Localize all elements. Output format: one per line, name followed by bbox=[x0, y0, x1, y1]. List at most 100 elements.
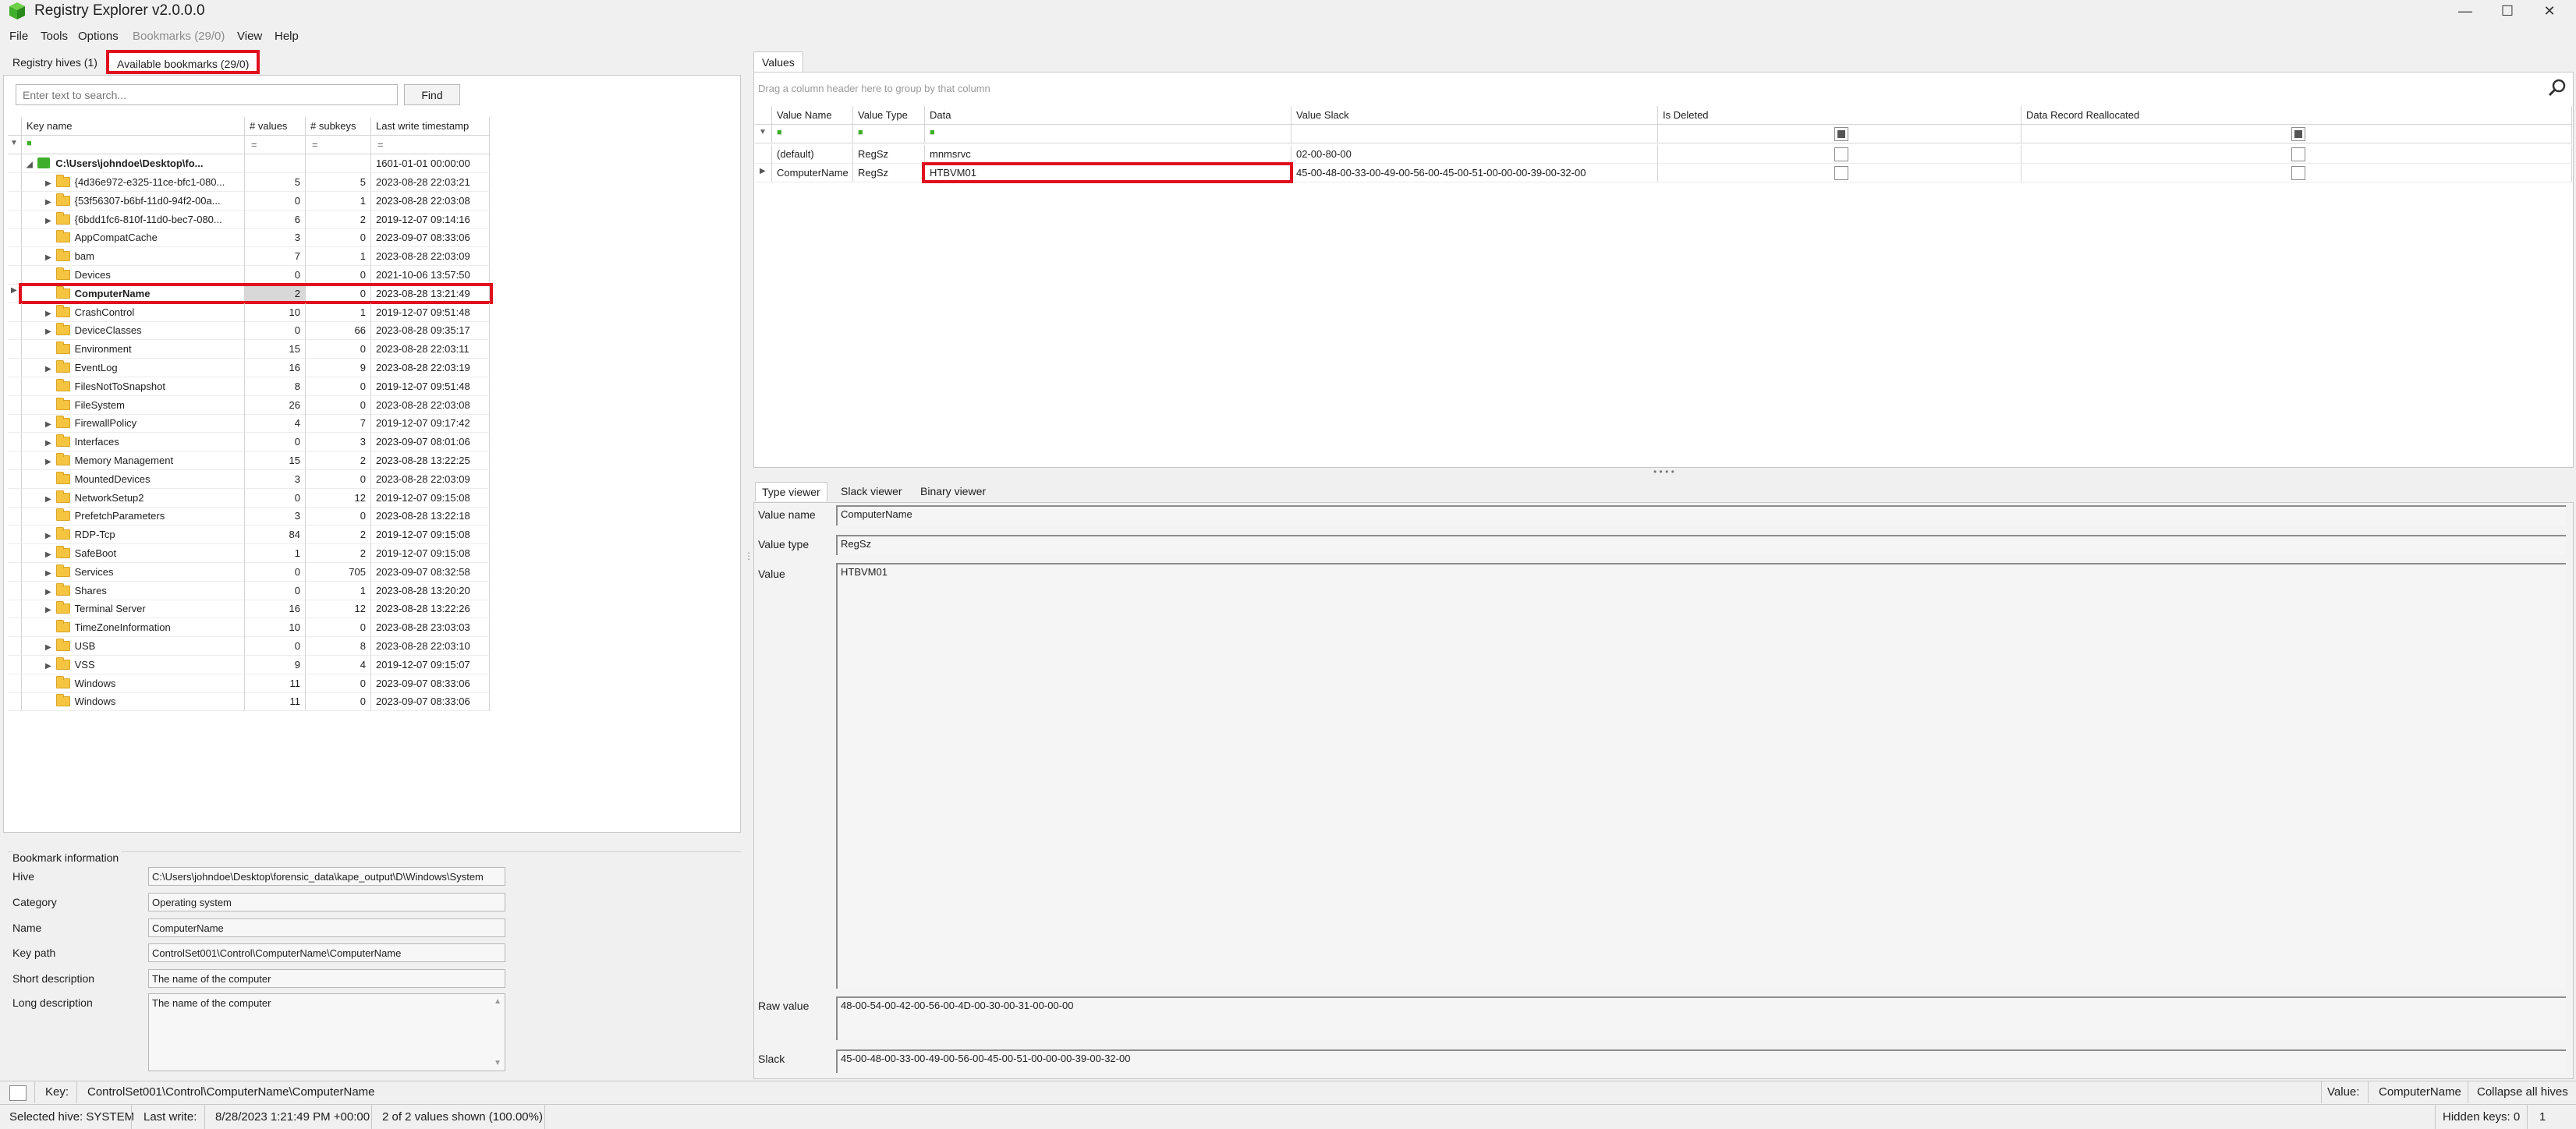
value-type-field[interactable]: RegSz bbox=[836, 535, 2566, 555]
vertical-splitter[interactable]: ⋮ bbox=[744, 551, 753, 577]
expand-icon[interactable]: ▶ bbox=[45, 179, 53, 188]
filter-key-name[interactable]: ■ bbox=[22, 136, 245, 154]
column-header-value-slack[interactable]: Value Slack bbox=[1292, 106, 1658, 125]
key-row[interactable]: AppCompatCache 3 0 2023-09-07 08:33:06 bbox=[8, 228, 490, 248]
expand-icon[interactable]: ▶ bbox=[45, 662, 53, 671]
status-checkbox[interactable] bbox=[9, 1085, 27, 1101]
value-field[interactable]: HTBVM01 bbox=[836, 563, 2566, 989]
expand-icon[interactable]: ▶ bbox=[45, 253, 53, 262]
key-row[interactable]: ▶ FirewallPolicy 4 7 2019-12-07 09:17:42 bbox=[8, 414, 490, 434]
key-row[interactable]: ▶ SafeBoot 1 2 2019-12-07 09:15:08 bbox=[8, 544, 490, 563]
find-button[interactable]: Find bbox=[404, 84, 460, 105]
column-header-data[interactable]: Data bbox=[925, 106, 1292, 125]
key-row[interactable]: Windows 11 0 2023-09-07 08:33:06 bbox=[8, 692, 490, 712]
key-row[interactable]: FileSystem 26 0 2023-08-28 22:03:08 bbox=[8, 395, 490, 415]
horizontal-splitter[interactable]: • • • • bbox=[1653, 466, 1674, 477]
key-row[interactable]: ▶ {53f56307-b6bf-11d0-94f2-00a... 0 1 2023-… bbox=[8, 191, 490, 211]
key-row[interactable]: ▶ bam 7 1 2023-08-28 22:03:09 bbox=[8, 247, 490, 267]
menu-tools[interactable]: Tools bbox=[41, 30, 68, 43]
key-row[interactable]: ▶ DeviceClasses 0 66 2023-08-28 09:35:17 bbox=[8, 321, 490, 341]
search-input[interactable] bbox=[16, 84, 398, 105]
expand-icon[interactable]: ▶ bbox=[45, 606, 53, 614]
column-header-value-type[interactable]: Value Type bbox=[853, 106, 925, 125]
tab-values[interactable]: Values bbox=[753, 51, 803, 72]
key-row[interactable]: PrefetchParameters 3 0 2023-08-28 13:22:18 bbox=[8, 507, 490, 526]
filter-checkbox[interactable] bbox=[2291, 127, 2305, 141]
expand-icon[interactable]: ▶ bbox=[45, 550, 53, 559]
filter-reallocated[interactable] bbox=[2021, 125, 2572, 143]
close-button[interactable]: ✕ bbox=[2522, 0, 2576, 22]
key-row[interactable]: ▶ Services 0 705 2023-09-07 08:32:58 bbox=[8, 562, 490, 582]
key-row[interactable]: ▶ USB 0 8 2023-08-28 22:03:10 bbox=[8, 637, 490, 656]
expand-icon[interactable]: ▶ bbox=[45, 198, 53, 207]
column-header-last-write[interactable]: Last write timestamp bbox=[371, 117, 490, 136]
column-header-data-record-reallocated[interactable]: Data Record Reallocated bbox=[2021, 106, 2572, 125]
key-row[interactable]: ▶ Shares 0 1 2023-08-28 13:20:20 bbox=[8, 581, 490, 600]
tree-root-row[interactable]: ◢ C:\Users\johndoe\Desktop\fo... 1601-01… bbox=[8, 154, 490, 173]
key-row[interactable]: ▶ {4d36e972-e325-11ce-bfc1-080... 5 5 2023-… bbox=[8, 173, 490, 192]
key-row[interactable]: FilesNotToSnapshot 8 0 2019-12-07 09:51:48 bbox=[8, 377, 490, 396]
slack-field[interactable]: 45-00-48-00-33-00-49-00-56-00-45-00-51-0… bbox=[836, 1049, 2566, 1073]
menu-help[interactable]: Help bbox=[275, 30, 299, 43]
key-row[interactable]: Windows 11 0 2023-09-07 08:33:06 bbox=[8, 674, 490, 693]
collapse-icon[interactable]: ◢ bbox=[27, 161, 34, 169]
long-description-field[interactable]: The name of the computer ▲ ▼ bbox=[148, 993, 505, 1071]
reallocated-checkbox[interactable] bbox=[2291, 166, 2305, 180]
group-by-hint[interactable]: Drag a column header here to group by th… bbox=[758, 83, 990, 94]
menu-options[interactable]: Options bbox=[78, 30, 119, 43]
expand-icon[interactable]: ▶ bbox=[45, 588, 53, 596]
expand-icon[interactable]: ▶ bbox=[45, 569, 53, 578]
menu-file[interactable]: File bbox=[9, 30, 28, 43]
key-row[interactable]: ▶ CrashControl 10 1 2019-12-07 09:51:48 bbox=[8, 303, 490, 322]
column-header-is-deleted[interactable]: Is Deleted bbox=[1658, 106, 2021, 125]
key-row[interactable]: ▶ NetworkSetup2 0 12 2019-12-07 09:15:08 bbox=[8, 488, 490, 508]
search-icon[interactable] bbox=[2547, 78, 2567, 98]
column-header-key-name[interactable]: Key name bbox=[22, 117, 245, 136]
expand-icon[interactable]: ▶ bbox=[45, 439, 53, 448]
filter-timestamp[interactable]: = bbox=[371, 136, 490, 154]
key-row[interactable]: ▶ Terminal Server 16 12 2023-08-28 13:22:26 bbox=[8, 600, 490, 619]
key-row[interactable]: ▶ VSS 9 4 2019-12-07 09:15:07 bbox=[8, 655, 490, 674]
raw-value-field[interactable]: 48-00-54-00-42-00-56-00-4D-00-30-00-31-0… bbox=[836, 996, 2566, 1040]
key-row[interactable]: ▶ Memory Management 15 2 2023-08-28 13:22:2… bbox=[8, 451, 490, 470]
expand-icon[interactable]: ▶ bbox=[45, 310, 53, 318]
key-row[interactable]: MountedDevices 3 0 2023-08-28 22:03:09 bbox=[8, 469, 490, 489]
column-header-subkeys[interactable]: # subkeys bbox=[306, 117, 371, 136]
bookmark-field-value[interactable]: ControlSet001\Control\ComputerName\Compu… bbox=[148, 943, 505, 962]
tab-binary-viewer[interactable]: Binary viewer bbox=[914, 482, 992, 501]
tab-type-viewer[interactable]: Type viewer bbox=[755, 482, 827, 501]
key-row[interactable]: ▶ ComputerName 2 0 2023-08-28 13:21:49 bbox=[8, 282, 493, 304]
bookmark-field-value[interactable]: The name of the computer bbox=[148, 969, 505, 988]
filter-data[interactable]: ■ bbox=[925, 125, 1292, 143]
scroll-up-icon[interactable]: ▲ bbox=[494, 997, 501, 1006]
expand-icon[interactable]: ▶ bbox=[45, 643, 53, 652]
expand-icon[interactable]: ▶ bbox=[45, 217, 53, 225]
key-row[interactable]: Devices 0 0 2021-10-06 13:57:50 bbox=[8, 266, 490, 285]
menu-view[interactable]: View bbox=[237, 30, 262, 43]
key-row[interactable]: ▶ EventLog 16 9 2023-08-28 22:03:19 bbox=[8, 359, 490, 377]
filter-value-name[interactable]: ■ bbox=[772, 125, 853, 143]
key-row[interactable]: ▶ {6bdd1fc6-810f-11d0-bec7-080... 6 2 2019-… bbox=[8, 210, 490, 229]
tab-available-bookmarks[interactable]: Available bookmarks (29/0) bbox=[106, 50, 260, 74]
key-row[interactable]: ▶ Interfaces 0 3 2023-09-07 08:01:06 bbox=[8, 433, 490, 452]
expand-icon[interactable]: ▶ bbox=[45, 495, 53, 504]
filter-checkbox[interactable] bbox=[1834, 127, 1848, 141]
is-deleted-checkbox[interactable] bbox=[1834, 166, 1848, 180]
filter-is-deleted[interactable] bbox=[1658, 125, 2021, 143]
bookmark-field-value[interactable]: C:\Users\johndoe\Desktop\forensic_data\k… bbox=[148, 867, 505, 886]
expand-icon[interactable]: ▶ bbox=[45, 365, 53, 373]
tab-slack-viewer[interactable]: Slack viewer bbox=[834, 482, 909, 501]
filter-values[interactable]: = bbox=[245, 136, 306, 154]
key-row[interactable]: TimeZoneInformation 10 0 2023-08-28 23:03:0… bbox=[8, 618, 490, 638]
column-header-value-name[interactable]: Value Name bbox=[772, 106, 853, 125]
reallocated-checkbox[interactable] bbox=[2291, 147, 2305, 161]
collapse-all-hives-button[interactable]: Collapse all hives bbox=[2477, 1085, 2568, 1099]
expand-icon[interactable]: ▶ bbox=[45, 327, 53, 336]
bookmark-field-value[interactable]: Operating system bbox=[148, 893, 505, 911]
expand-icon[interactable]: ▶ bbox=[45, 458, 53, 466]
menu-bookmarks[interactable]: Bookmarks (29/0) bbox=[133, 30, 225, 43]
key-row[interactable]: ▶ RDP-Tcp 84 2 2019-12-07 09:15:08 bbox=[8, 526, 490, 545]
filter-value-slack[interactable] bbox=[1292, 125, 1658, 143]
key-row[interactable]: Environment 15 0 2023-08-28 22:03:11 bbox=[8, 340, 490, 359]
value-name-field[interactable]: ComputerName bbox=[836, 505, 2566, 526]
